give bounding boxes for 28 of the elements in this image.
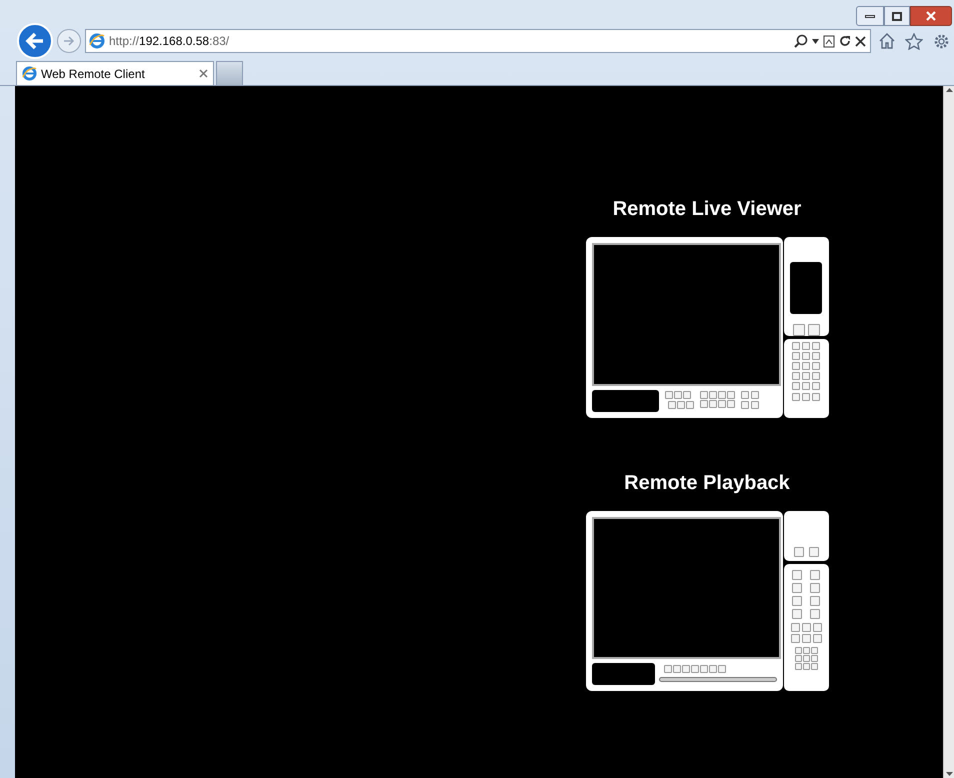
star-icon[interactable] bbox=[905, 32, 923, 50]
browser-tab[interactable]: Web Remote Client bbox=[16, 61, 214, 85]
vertical-scrollbar[interactable] bbox=[943, 86, 954, 778]
section-title: Remote Live Viewer bbox=[612, 197, 802, 222]
dropdown-caret-icon[interactable] bbox=[812, 38, 819, 44]
close-button[interactable] bbox=[910, 6, 952, 26]
compatibility-view-icon[interactable] bbox=[823, 34, 835, 48]
close-icon bbox=[926, 11, 936, 21]
address-url: http://192.168.0.58:83/ bbox=[109, 33, 230, 50]
minimize-button[interactable] bbox=[856, 6, 884, 26]
live-viewer-preview-drawing[interactable] bbox=[586, 237, 828, 418]
scroll-up-icon[interactable] bbox=[946, 88, 952, 92]
close-icon[interactable] bbox=[855, 36, 866, 46]
browser-e-icon bbox=[89, 33, 105, 49]
section-title: Remote Playback bbox=[624, 471, 790, 496]
home-icon[interactable] bbox=[879, 33, 895, 49]
search-icon[interactable] bbox=[794, 34, 808, 48]
browser-e-icon bbox=[22, 66, 37, 81]
back-arrow-icon bbox=[25, 32, 45, 50]
tab-close-icon[interactable] bbox=[199, 69, 208, 78]
refresh-icon[interactable] bbox=[839, 35, 851, 47]
settings-icon[interactable] bbox=[933, 32, 950, 50]
address-field[interactable]: http://192.168.0.58:83/ bbox=[85, 29, 871, 53]
back-button[interactable] bbox=[17, 23, 53, 59]
forward-arrow-icon bbox=[63, 36, 75, 46]
maximize-button[interactable] bbox=[884, 6, 910, 26]
scroll-down-icon[interactable] bbox=[946, 772, 952, 776]
playback-preview-drawing[interactable] bbox=[586, 511, 828, 691]
